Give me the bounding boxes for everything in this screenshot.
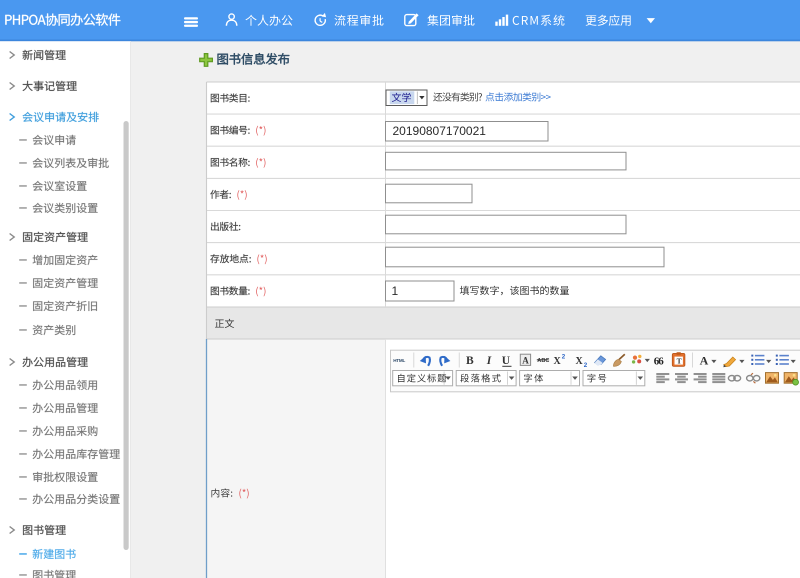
svg-text:X: X: [576, 356, 584, 367]
svg-text:I: I: [486, 355, 492, 367]
svg-text:2: 2: [584, 362, 588, 369]
svg-text:HTML: HTML: [393, 358, 405, 363]
svg-text:2: 2: [562, 353, 566, 360]
svg-text:B: B: [466, 355, 474, 367]
svg-text:U: U: [502, 355, 511, 367]
svg-text:20190807170021: 20190807170021: [393, 124, 487, 138]
svg-text:T: T: [677, 356, 682, 365]
svg-text:A: A: [522, 355, 529, 365]
svg-text:X: X: [554, 356, 562, 367]
svg-text:66: 66: [654, 356, 665, 368]
svg-text:1: 1: [392, 284, 399, 298]
svg-text:A: A: [700, 354, 709, 368]
svg-text:ABC: ABC: [537, 358, 549, 364]
